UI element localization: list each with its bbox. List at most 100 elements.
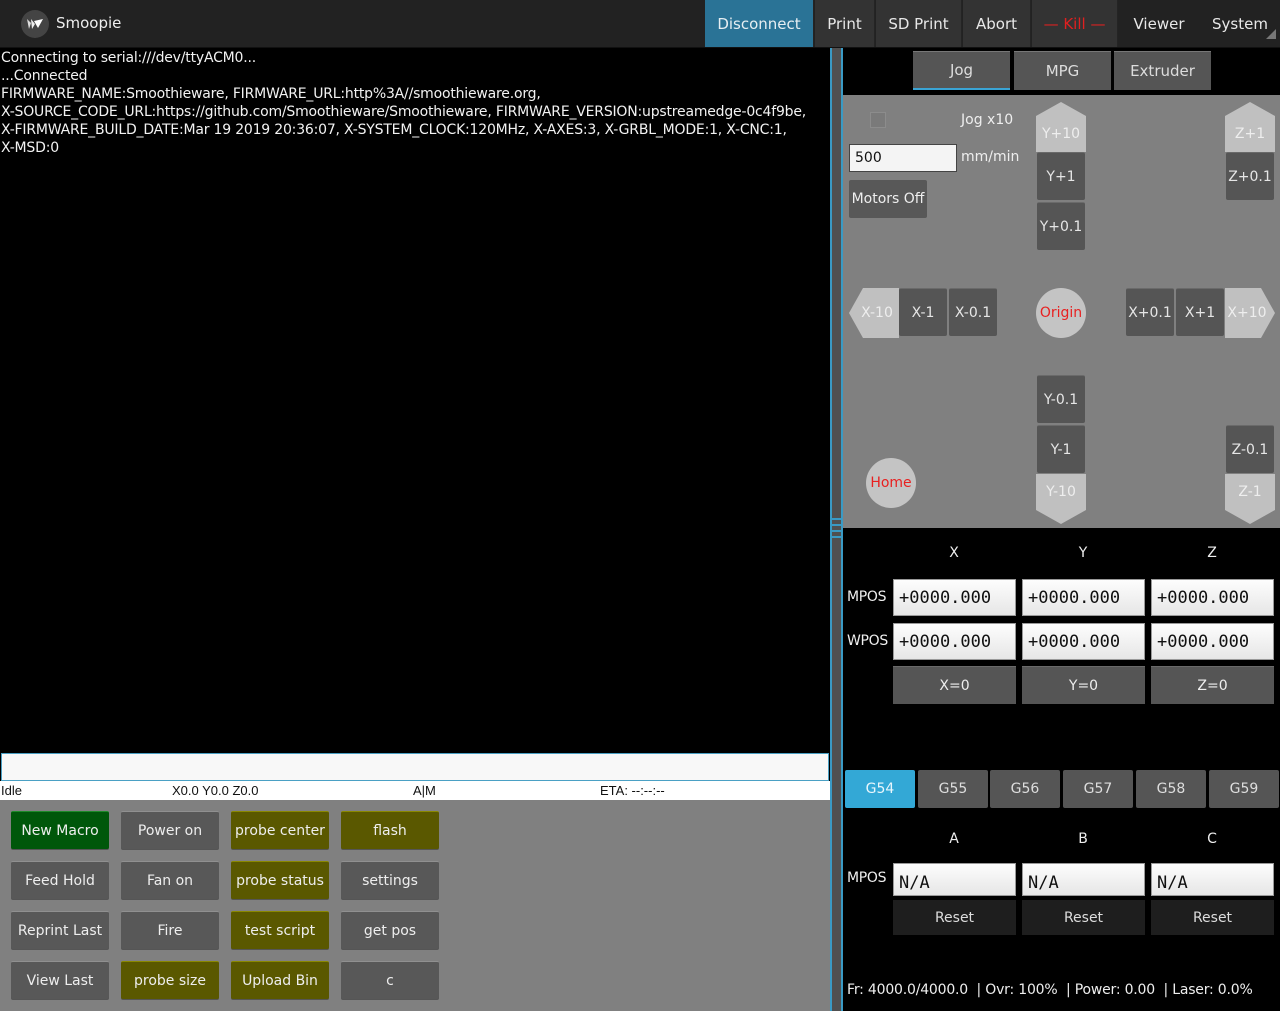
macro-view-last-button[interactable]: View Last — [11, 961, 109, 999]
wpos-y-field[interactable]: +0000.000 — [1022, 623, 1145, 660]
tab-mpg[interactable]: MPG — [1014, 51, 1111, 90]
console-line: X-SOURCE_CODE_URL:https://github.com/Smo… — [1, 104, 807, 120]
wcs-g58-button[interactable]: G58 — [1136, 770, 1206, 808]
wpos-z-field[interactable]: +0000.000 — [1151, 623, 1274, 660]
system-menu-label: System — [1212, 14, 1268, 33]
wcs-g55-button[interactable]: G55 — [918, 770, 988, 808]
system-menu-button[interactable]: System — [1200, 0, 1280, 47]
axis-header-b: B — [1078, 831, 1088, 847]
wcs-g56-button[interactable]: G56 — [990, 770, 1060, 808]
jog-x-minus-01-button[interactable]: X-0.1 — [949, 288, 997, 336]
mpos-y-field[interactable]: +0000.000 — [1022, 579, 1145, 616]
macro-fan-on-button[interactable]: Fan on — [121, 861, 219, 899]
wpos-label: WPOS — [847, 633, 888, 649]
wpos-x-field[interactable]: +0000.000 — [893, 623, 1016, 660]
axis-header-c: C — [1207, 831, 1217, 847]
axis-header-a: A — [949, 831, 959, 847]
mpos-x-field[interactable]: +0000.000 — [893, 579, 1016, 616]
panel-splitter-handle[interactable] — [830, 48, 843, 1011]
axis-header-y: Y — [1078, 545, 1088, 561]
origin-button[interactable]: Origin — [1036, 288, 1086, 338]
wcs-g54-button[interactable]: G54 — [845, 770, 915, 808]
position-readout: X0.0 Y0.0 Z0.0 — [172, 783, 259, 798]
console-line: X-FIRMWARE_BUILD_DATE:Mar 19 2019 20:36:… — [1, 122, 787, 138]
jog-x-plus-01-button[interactable]: X+0.1 — [1126, 288, 1174, 336]
machine-state: Idle — [1, 783, 22, 798]
wcs-g59-button[interactable]: G59 — [1209, 770, 1279, 808]
jog-y-plus-1-button[interactable]: Y+1 — [1037, 152, 1085, 200]
mpos-z-field[interactable]: +0000.000 — [1151, 579, 1274, 616]
splitter-grip-line — [832, 536, 841, 538]
zero-z-button[interactable]: Z=0 — [1151, 666, 1274, 704]
macro-probe-size-button[interactable]: probe size — [121, 961, 219, 999]
print-button[interactable]: Print — [815, 0, 875, 47]
jog-y-plus-01-button[interactable]: Y+0.1 — [1037, 202, 1085, 250]
axis-header-z: Z — [1207, 545, 1217, 561]
command-input[interactable] — [1, 753, 829, 781]
console-line: Connecting to serial:///dev/ttyACM0... — [1, 50, 256, 66]
zero-y-button[interactable]: Y=0 — [1022, 666, 1145, 704]
splitter-grip-line — [832, 518, 841, 520]
splitter-grip-line — [832, 524, 841, 526]
jog-y-minus-01-button[interactable]: Y-0.1 — [1037, 375, 1085, 423]
macro-fire-button[interactable]: Fire — [121, 911, 219, 949]
macro-get-pos-button[interactable]: get pos — [341, 911, 439, 949]
reset-b-button[interactable]: Reset — [1022, 900, 1145, 935]
jog-z-plus-01-button[interactable]: Z+0.1 — [1226, 152, 1274, 200]
mpos-c-field[interactable]: N/A — [1151, 863, 1274, 896]
mpos-b-field[interactable]: N/A — [1022, 863, 1145, 896]
jog-x-plus-10-button[interactable]: X+10 — [1225, 288, 1275, 338]
jog-x-plus-1-button[interactable]: X+1 — [1176, 288, 1224, 336]
motors-off-button[interactable]: Motors Off — [849, 180, 927, 218]
macro-upload-bin-button[interactable]: Upload Bin — [231, 961, 329, 999]
jog-z-minus-1-button[interactable]: Z-1 — [1225, 474, 1275, 524]
macro-c-button[interactable]: c — [341, 961, 439, 999]
sd-print-button[interactable]: SD Print — [876, 0, 962, 47]
macro-flash-button[interactable]: flash — [341, 811, 439, 849]
abort-button[interactable]: Abort — [963, 0, 1031, 47]
jog-y-minus-10-button[interactable]: Y-10 — [1036, 474, 1086, 524]
eta-readout: ETA: --:--:-- — [600, 783, 665, 798]
splitter-grip-line — [832, 530, 841, 532]
axis-header-x: X — [949, 545, 959, 561]
viewer-button[interactable]: Viewer — [1119, 0, 1199, 47]
console-line: FIRMWARE_NAME:Smoothieware, FIRMWARE_URL… — [1, 86, 541, 102]
jog-z-plus-1-button[interactable]: Z+1 — [1225, 102, 1275, 152]
console-line: ...Connected — [1, 68, 88, 84]
macro-reprint-last-button[interactable]: Reprint Last — [11, 911, 109, 949]
jog-y-plus-10-button[interactable]: Y+10 — [1036, 102, 1086, 152]
macro-power-on-button[interactable]: Power on — [121, 811, 219, 849]
macro-probe-status-button[interactable]: probe status — [231, 861, 329, 899]
kill-button[interactable]: — Kill — — [1032, 0, 1118, 47]
mpos-a-field[interactable]: N/A — [893, 863, 1016, 896]
wcs-g57-button[interactable]: G57 — [1063, 770, 1133, 808]
mode-indicator: A|M — [413, 783, 436, 798]
macro-new-macro-button[interactable]: New Macro — [11, 811, 109, 849]
jog-x10-checkbox[interactable] — [870, 112, 886, 128]
top-action-bar: Smoopie Disconnect Print SD Print Abort … — [0, 0, 1280, 48]
home-button[interactable]: Home — [866, 458, 916, 508]
macro-settings-button[interactable]: settings — [341, 861, 439, 899]
mpos-label: MPOS — [847, 589, 887, 605]
zero-x-button[interactable]: X=0 — [893, 666, 1016, 704]
jog-x-minus-1-button[interactable]: X-1 — [899, 288, 947, 336]
tab-jog[interactable]: Jog — [913, 51, 1010, 90]
app-title: Smoopie — [56, 14, 122, 32]
abc-mpos-label: MPOS — [847, 870, 887, 886]
macro-feed-hold-button[interactable]: Feed Hold — [11, 861, 109, 899]
macro-probe-center-button[interactable]: probe center — [231, 811, 329, 849]
reset-a-button[interactable]: Reset — [893, 900, 1016, 935]
reset-c-button[interactable]: Reset — [1151, 900, 1274, 935]
jog-x10-label: Jog x10 — [961, 112, 1014, 128]
jog-z-minus-01-button[interactable]: Z-0.1 — [1226, 425, 1274, 473]
jog-y-minus-1-button[interactable]: Y-1 — [1037, 425, 1085, 473]
feedrate-input[interactable] — [849, 144, 957, 172]
macro-panel: New Macro Power on probe center flash Fe… — [0, 800, 830, 1011]
kivy-logo-icon — [21, 10, 49, 38]
tab-extruder[interactable]: Extruder — [1114, 51, 1211, 90]
jog-x-minus-10-button[interactable]: X-10 — [849, 288, 899, 338]
console-line: X-MSD:0 — [1, 140, 59, 156]
disconnect-button[interactable]: Disconnect — [705, 0, 814, 47]
macro-test-script-button[interactable]: test script — [231, 911, 329, 949]
control-panel: Jog MPG Extruder Jog x10 mm/min Motors O… — [843, 48, 1280, 1011]
